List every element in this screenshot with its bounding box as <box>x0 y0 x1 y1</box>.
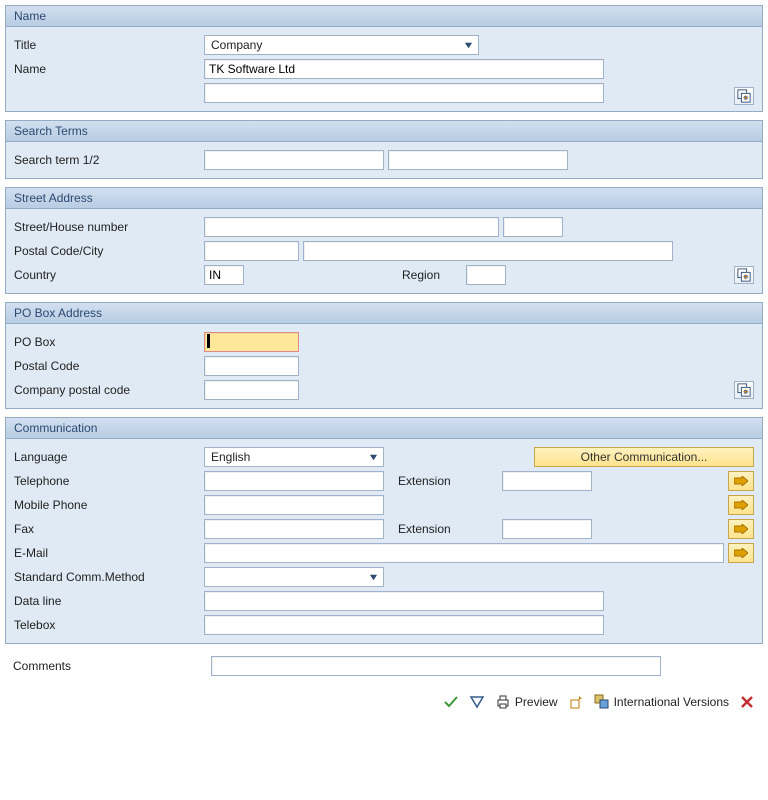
company-postal-input[interactable] <box>204 380 299 400</box>
company-postal-label: Company postal code <box>14 383 204 397</box>
country-label: Country <box>14 268 204 282</box>
street-input[interactable] <box>204 217 499 237</box>
language-label: Language <box>14 450 204 464</box>
close-icon <box>739 694 755 710</box>
search-term-label: Search term 1/2 <box>14 153 204 167</box>
postal-city-label: Postal Code/City <box>14 244 204 258</box>
pobox-header: PO Box Address <box>6 303 762 324</box>
telephone-input[interactable] <box>204 471 384 491</box>
title-label: Title <box>14 38 204 52</box>
telephone-more-button[interactable] <box>728 471 754 491</box>
copy-up-icon <box>568 694 584 710</box>
fax-extension-label: Extension <box>388 522 498 536</box>
mobile-label: Mobile Phone <box>14 498 204 512</box>
language-select[interactable]: English <box>204 447 384 467</box>
triangle-down-icon <box>469 694 485 710</box>
dataline-label: Data line <box>14 594 204 608</box>
pobox-postal-input[interactable] <box>204 356 299 376</box>
expand-pobox-icon[interactable] <box>734 381 754 399</box>
print-icon <box>495 694 511 710</box>
fax-more-button[interactable] <box>728 519 754 539</box>
mobile-input[interactable] <box>204 495 384 515</box>
name-section: Name Title Company Name <box>5 5 763 112</box>
expand-street-icon[interactable] <box>734 266 754 284</box>
region-label: Region <box>402 268 462 282</box>
other-communication-button[interactable]: Other Communication... <box>534 447 754 467</box>
comments-label: Comments <box>13 659 211 673</box>
street-address-section: Street Address Street/House number Posta… <box>5 187 763 294</box>
versions-icon <box>594 694 610 710</box>
search-term-1-input[interactable] <box>204 150 384 170</box>
country-input[interactable] <box>204 265 244 285</box>
dataline-input[interactable] <box>204 591 604 611</box>
telephone-extension-label: Extension <box>388 474 498 488</box>
international-versions-button[interactable]: International Versions <box>594 694 729 710</box>
name-label: Name <box>14 62 204 76</box>
communication-section: Communication Language English Other Com… <box>5 417 763 644</box>
fax-label: Fax <box>14 522 204 536</box>
check-icon <box>443 694 459 710</box>
postal-code-input[interactable] <box>204 241 299 261</box>
email-label: E-Mail <box>14 546 204 560</box>
telebox-input[interactable] <box>204 615 604 635</box>
expand-name-icon[interactable] <box>734 87 754 105</box>
chevron-down-icon <box>460 37 476 53</box>
cancel-button[interactable] <box>739 694 755 710</box>
name-header: Name <box>6 6 762 27</box>
chevron-down-icon <box>365 449 381 465</box>
preview-button[interactable]: Preview <box>495 694 558 710</box>
name-input-1[interactable] <box>204 59 604 79</box>
copy-button[interactable] <box>568 694 584 710</box>
footer-toolbar: Preview International Versions <box>5 688 763 710</box>
pobox-section: PO Box Address PO Box Postal Code Compan… <box>5 302 763 409</box>
stdcomm-label: Standard Comm.Method <box>14 570 204 584</box>
telebox-label: Telebox <box>14 618 204 632</box>
pobox-postal-label: Postal Code <box>14 359 204 373</box>
email-input[interactable] <box>204 543 724 563</box>
telephone-label: Telephone <box>14 474 204 488</box>
search-terms-section: Search Terms Search term 1/2 <box>5 120 763 179</box>
house-number-input[interactable] <box>503 217 563 237</box>
mobile-more-button[interactable] <box>728 495 754 515</box>
chevron-down-icon <box>365 569 381 585</box>
pobox-label: PO Box <box>14 335 204 349</box>
accept-button[interactable] <box>443 694 459 710</box>
name-input-2[interactable] <box>204 83 604 103</box>
cursor-icon <box>207 334 210 348</box>
region-input[interactable] <box>466 265 506 285</box>
search-term-2-input[interactable] <box>388 150 568 170</box>
search-terms-header: Search Terms <box>6 121 762 142</box>
fax-extension-input[interactable] <box>502 519 592 539</box>
street-label: Street/House number <box>14 220 204 234</box>
street-address-header: Street Address <box>6 188 762 209</box>
comments-row: Comments <box>5 652 763 688</box>
filter-button[interactable] <box>469 694 485 710</box>
comments-input[interactable] <box>211 656 661 676</box>
title-select[interactable]: Company <box>204 35 479 55</box>
communication-header: Communication <box>6 418 762 439</box>
telephone-extension-input[interactable] <box>502 471 592 491</box>
pobox-input[interactable] <box>204 332 299 352</box>
email-more-button[interactable] <box>728 543 754 563</box>
fax-input[interactable] <box>204 519 384 539</box>
stdcomm-select[interactable] <box>204 567 384 587</box>
city-input[interactable] <box>303 241 673 261</box>
